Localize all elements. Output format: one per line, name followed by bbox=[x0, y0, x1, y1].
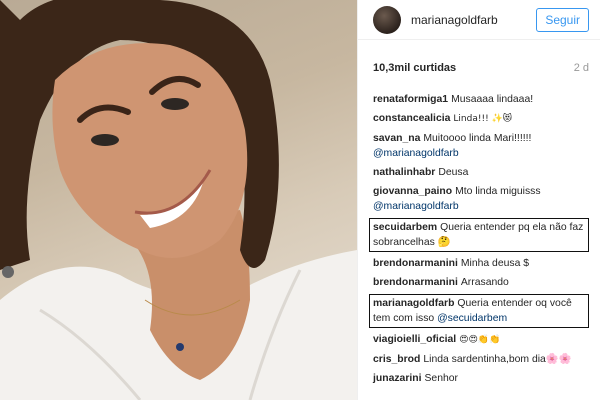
comment-item: viagioielli_oficial 😍😍👏👏 bbox=[373, 332, 595, 348]
post-photo bbox=[0, 0, 357, 400]
likes-count[interactable]: 10,3mil curtidas bbox=[373, 62, 456, 74]
comment-mention[interactable]: @marianagoldfarb bbox=[373, 201, 459, 212]
comment-list: renataformiga1 Musaaaa lindaaa! constance… bbox=[369, 92, 595, 390]
comment-mention[interactable]: @marianagoldfarb bbox=[373, 148, 459, 159]
avatar[interactable] bbox=[373, 5, 401, 34]
comment-author[interactable]: constancealicia bbox=[373, 113, 450, 124]
comment-text: 😍😍👏👏 bbox=[459, 335, 501, 345]
comment-mention[interactable]: @secuidarbem bbox=[437, 313, 507, 324]
comments-panel: marianagoldfarb Seguir 10,3mil curtidas … bbox=[357, 0, 600, 400]
highlighted-reply: marianagoldfarb Queria entender oq você t… bbox=[369, 294, 589, 328]
comment-text: Musaaaa lindaaa! bbox=[451, 94, 534, 105]
comment-author[interactable]: giovanna_paino bbox=[373, 186, 452, 197]
comment-author[interactable]: savan_na bbox=[373, 133, 420, 144]
comment-text: Arrasando bbox=[460, 277, 509, 288]
comment-item: renataformiga1 Musaaaa lindaaa! bbox=[373, 92, 595, 107]
follow-button[interactable]: Seguir bbox=[536, 7, 589, 32]
comment-item: constancealicia Linda!!! ✨😻 bbox=[373, 111, 595, 127]
comment-author[interactable]: renataformiga1 bbox=[373, 94, 448, 105]
post-timestamp: 2 d bbox=[573, 62, 589, 74]
comment-text: Linda sardentinha,bom dia🌸🌸 bbox=[423, 354, 572, 365]
comment-item: junazarini Senhor bbox=[373, 371, 595, 386]
comment-author[interactable]: marianagoldfarb bbox=[373, 298, 454, 309]
comment-item: cris_brod Linda sardentinha,bom dia🌸🌸 bbox=[373, 352, 595, 367]
post-header: marianagoldfarb Seguir bbox=[358, 0, 600, 40]
comment-text: Muitoooo linda Mari!!!!!! bbox=[423, 133, 532, 144]
comment-text: Senhor bbox=[424, 373, 459, 384]
comment-author[interactable]: cris_brod bbox=[373, 354, 420, 365]
comment-item: nathalinhabr Deusa bbox=[373, 165, 595, 180]
comment-item: savan_na Muitoooo linda Mari!!!!!! @maria… bbox=[373, 131, 595, 161]
comment-author[interactable]: junazarini bbox=[373, 373, 422, 384]
comment-text: Linda!!! ✨😻 bbox=[453, 114, 513, 124]
portrait-illustration bbox=[0, 0, 357, 400]
comment-text: Mto linda miguisss bbox=[455, 186, 541, 197]
post-username[interactable]: marianagoldfarb bbox=[411, 13, 536, 27]
comment-author[interactable]: nathalinhabr bbox=[373, 167, 435, 178]
comment-item: brendonarmanini Minha deusa $ bbox=[373, 256, 595, 271]
highlighted-comment: secuidarbem Queria entender pq ela não fa… bbox=[369, 218, 589, 252]
comment-text: Deusa bbox=[438, 167, 469, 178]
post-stats: 10,3mil curtidas 2 d bbox=[373, 62, 589, 74]
comment-author[interactable]: secuidarbem bbox=[373, 222, 437, 233]
comment-author[interactable]: brendonarmanini bbox=[373, 277, 458, 288]
comment-author[interactable]: brendonarmanini bbox=[373, 258, 458, 269]
comment-author[interactable]: viagioielli_oficial bbox=[373, 334, 456, 345]
comment-item: brendonarmanini Arrasando bbox=[373, 275, 595, 290]
comment-item: giovanna_paino Mto linda miguisss @marian… bbox=[373, 184, 595, 214]
comment-text: Minha deusa $ bbox=[460, 258, 530, 269]
